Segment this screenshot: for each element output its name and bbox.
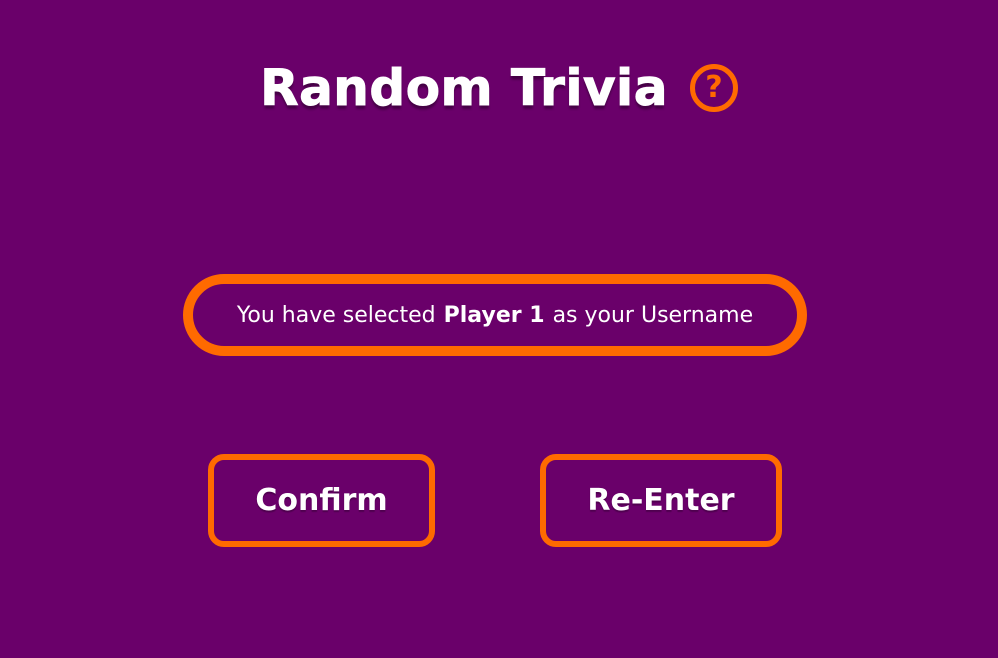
- message-suffix: as your Username: [552, 302, 754, 328]
- page-title: Random Trivia: [260, 59, 668, 117]
- username-confirmation-message: You have selected Player 1 as your Usern…: [183, 274, 807, 356]
- question-mark-circle-icon[interactable]: ?: [689, 64, 738, 112]
- message-prefix: You have selected: [236, 302, 436, 328]
- re-enter-button[interactable]: Re-Enter: [540, 454, 782, 547]
- header: Random Trivia ?: [0, 52, 998, 124]
- confirm-button[interactable]: Confirm: [208, 454, 435, 547]
- selected-username: Player 1: [443, 302, 545, 328]
